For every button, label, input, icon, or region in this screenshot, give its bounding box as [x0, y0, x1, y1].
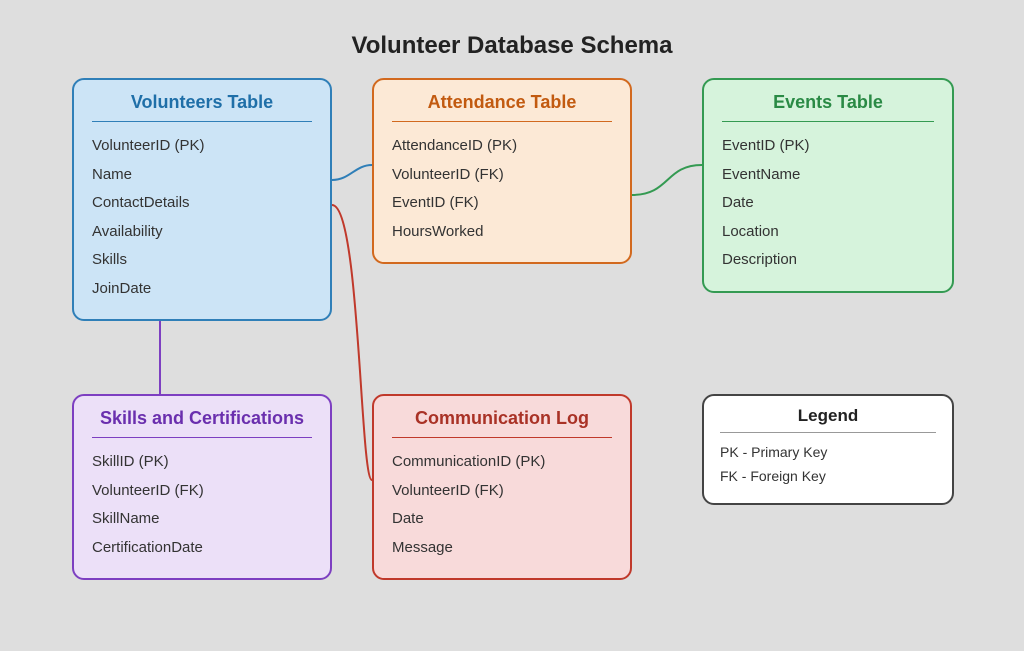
field-row: HoursWorked: [392, 218, 612, 247]
edge-volunteers-attendance: [332, 165, 372, 180]
field-row: FK - Foreign Key: [720, 465, 936, 489]
table-volunteers: Volunteers Table VolunteerID (PK)NameCon…: [72, 78, 332, 321]
field-row: Date: [392, 505, 612, 534]
legend-box: Legend PK - Primary KeyFK - Foreign Key: [702, 394, 954, 505]
field-row: Availability: [92, 218, 312, 247]
table-communication-title: Communication Log: [392, 408, 612, 438]
table-attendance: Attendance Table AttendanceID (PK)Volunt…: [372, 78, 632, 264]
field-row: ContactDetails: [92, 189, 312, 218]
field-row: CertificationDate: [92, 534, 312, 563]
legend-items: PK - Primary KeyFK - Foreign Key: [720, 441, 936, 489]
table-skills-fields: SkillID (PK)VolunteerID (FK)SkillNameCer…: [92, 448, 312, 562]
field-row: Name: [92, 161, 312, 190]
table-events: Events Table EventID (PK)EventNameDateLo…: [702, 78, 954, 293]
field-row: VolunteerID (PK): [92, 132, 312, 161]
table-volunteers-fields: VolunteerID (PK)NameContactDetailsAvaila…: [92, 132, 312, 303]
field-row: Description: [722, 246, 934, 275]
table-attendance-fields: AttendanceID (PK)VolunteerID (FK)EventID…: [392, 132, 612, 246]
field-row: EventID (PK): [722, 132, 934, 161]
field-row: Location: [722, 218, 934, 247]
field-row: SkillID (PK): [92, 448, 312, 477]
table-attendance-title: Attendance Table: [392, 92, 612, 122]
table-volunteers-title: Volunteers Table: [92, 92, 312, 122]
field-row: Message: [392, 534, 612, 563]
field-row: EventID (FK): [392, 189, 612, 218]
field-row: Skills: [92, 246, 312, 275]
field-row: Date: [722, 189, 934, 218]
legend-title: Legend: [720, 406, 936, 433]
field-row: VolunteerID (FK): [392, 477, 612, 506]
field-row: VolunteerID (FK): [392, 161, 612, 190]
field-row: JoinDate: [92, 275, 312, 304]
field-row: EventName: [722, 161, 934, 190]
table-skills-title: Skills and Certifications: [92, 408, 312, 438]
table-communication: Communication Log CommunicationID (PK)Vo…: [372, 394, 632, 580]
edge-attendance-events: [632, 165, 702, 195]
field-row: PK - Primary Key: [720, 441, 936, 465]
diagram-title: Volunteer Database Schema: [0, 32, 1024, 60]
table-skills: Skills and Certifications SkillID (PK)Vo…: [72, 394, 332, 580]
field-row: VolunteerID (FK): [92, 477, 312, 506]
table-events-fields: EventID (PK)EventNameDateLocationDescrip…: [722, 132, 934, 275]
field-row: CommunicationID (PK): [392, 448, 612, 477]
table-communication-fields: CommunicationID (PK)VolunteerID (FK)Date…: [392, 448, 612, 562]
field-row: SkillName: [92, 505, 312, 534]
table-events-title: Events Table: [722, 92, 934, 122]
field-row: AttendanceID (PK): [392, 132, 612, 161]
edge-volunteers-comm: [332, 205, 372, 480]
